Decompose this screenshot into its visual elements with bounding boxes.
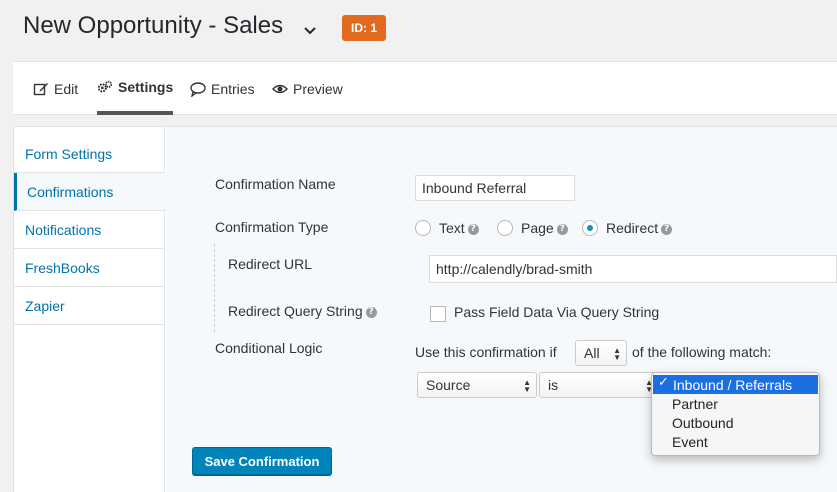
eye-icon xyxy=(272,81,288,97)
settings-sidebar: Form Settings Confirmations Notification… xyxy=(14,127,166,492)
save-confirmation-button[interactable]: Save Confirmation xyxy=(192,447,332,475)
confirmation-name-input[interactable]: Inbound Referral xyxy=(415,175,575,201)
help-icon[interactable]: ? xyxy=(365,306,377,318)
chevron-down-icon[interactable] xyxy=(302,22,318,38)
following-match-text: of the following match: xyxy=(632,344,772,360)
page-title: New Opportunity - Sales xyxy=(23,12,284,39)
dropdown-option-inbound-referrals[interactable]: ✓ Inbound / Referrals xyxy=(653,375,818,394)
dropdown-option-event[interactable]: Event xyxy=(652,432,819,451)
conditional-logic-label: Conditional Logic xyxy=(215,340,323,356)
radio-type-page[interactable] xyxy=(497,220,513,236)
rule-field-select[interactable]: Source ▲ ▼ xyxy=(417,372,537,398)
sidebar-item-freshbooks[interactable]: FreshBooks xyxy=(14,249,165,287)
sidebar-item-notifications[interactable]: Notifications xyxy=(14,211,165,249)
match-type-select[interactable]: All ▲ ▼ xyxy=(575,340,627,366)
rule-operator-select[interactable]: is ▲ ▼ xyxy=(539,372,659,398)
tab-entries[interactable]: Entries xyxy=(190,62,255,115)
match-type-value: All xyxy=(584,345,600,361)
radio-type-text[interactable] xyxy=(415,220,431,236)
confirmation-name-label: Confirmation Name xyxy=(215,176,336,192)
tab-edit[interactable]: Edit xyxy=(33,62,78,115)
sidebar-item-form-settings[interactable]: Form Settings xyxy=(14,135,165,173)
tab-settings-label: Settings xyxy=(118,78,174,95)
redirect-url-label: Redirect URL xyxy=(228,256,313,272)
redirect-url-input[interactable]: http://calendly/brad-smith xyxy=(429,255,837,283)
checkmark-icon: ✓ xyxy=(658,375,669,390)
query-string-label: Redirect Query String? xyxy=(228,303,377,319)
dropdown-option-partner[interactable]: Partner xyxy=(652,394,819,413)
form-tabs: Edit Settings Entries Preview xyxy=(13,61,837,115)
rule-operator-value: is xyxy=(548,377,559,393)
help-icon[interactable]: ? xyxy=(661,223,673,235)
sidebar-item-confirmations[interactable]: Confirmations xyxy=(14,173,166,211)
sidebar-item-zapier[interactable]: Zapier xyxy=(14,287,165,325)
help-icon[interactable]: ? xyxy=(467,223,479,235)
help-icon[interactable]: ? xyxy=(556,223,568,235)
tab-preview-label: Preview xyxy=(293,80,343,97)
tab-edit-label: Edit xyxy=(54,80,79,97)
gear-icon xyxy=(97,79,113,95)
radio-type-page-label: Page? xyxy=(521,220,568,236)
rule-field-value: Source xyxy=(426,377,471,393)
dropdown-option-outbound[interactable]: Outbound xyxy=(652,413,819,432)
speech-bubble-icon xyxy=(190,81,206,97)
select-arrows-icon: ▲ ▼ xyxy=(613,346,621,362)
tab-settings[interactable]: Settings xyxy=(97,62,174,115)
select-arrows-icon: ▲ ▼ xyxy=(523,378,531,394)
confirmation-type-label: Confirmation Type xyxy=(215,219,329,235)
use-if-text: Use this confirmation if xyxy=(415,344,557,360)
id-badge: ID: 1 xyxy=(342,15,386,41)
redirect-subgroup-divider xyxy=(214,244,215,332)
tab-preview[interactable]: Preview xyxy=(272,62,343,115)
radio-type-redirect[interactable] xyxy=(582,220,598,236)
tab-entries-label: Entries xyxy=(211,80,255,97)
radio-type-text-label: Text? xyxy=(439,220,479,236)
edit-icon xyxy=(33,81,49,97)
radio-type-redirect-label: Redirect? xyxy=(606,220,673,236)
rule-value-dropdown: ✓ Inbound / Referrals Partner Outbound E… xyxy=(651,372,820,456)
pass-field-data-checkbox[interactable] xyxy=(430,306,446,322)
page-header: New Opportunity - Sales ID: 1 xyxy=(0,0,837,60)
pass-field-data-label: Pass Field Data Via Query String xyxy=(454,304,660,320)
